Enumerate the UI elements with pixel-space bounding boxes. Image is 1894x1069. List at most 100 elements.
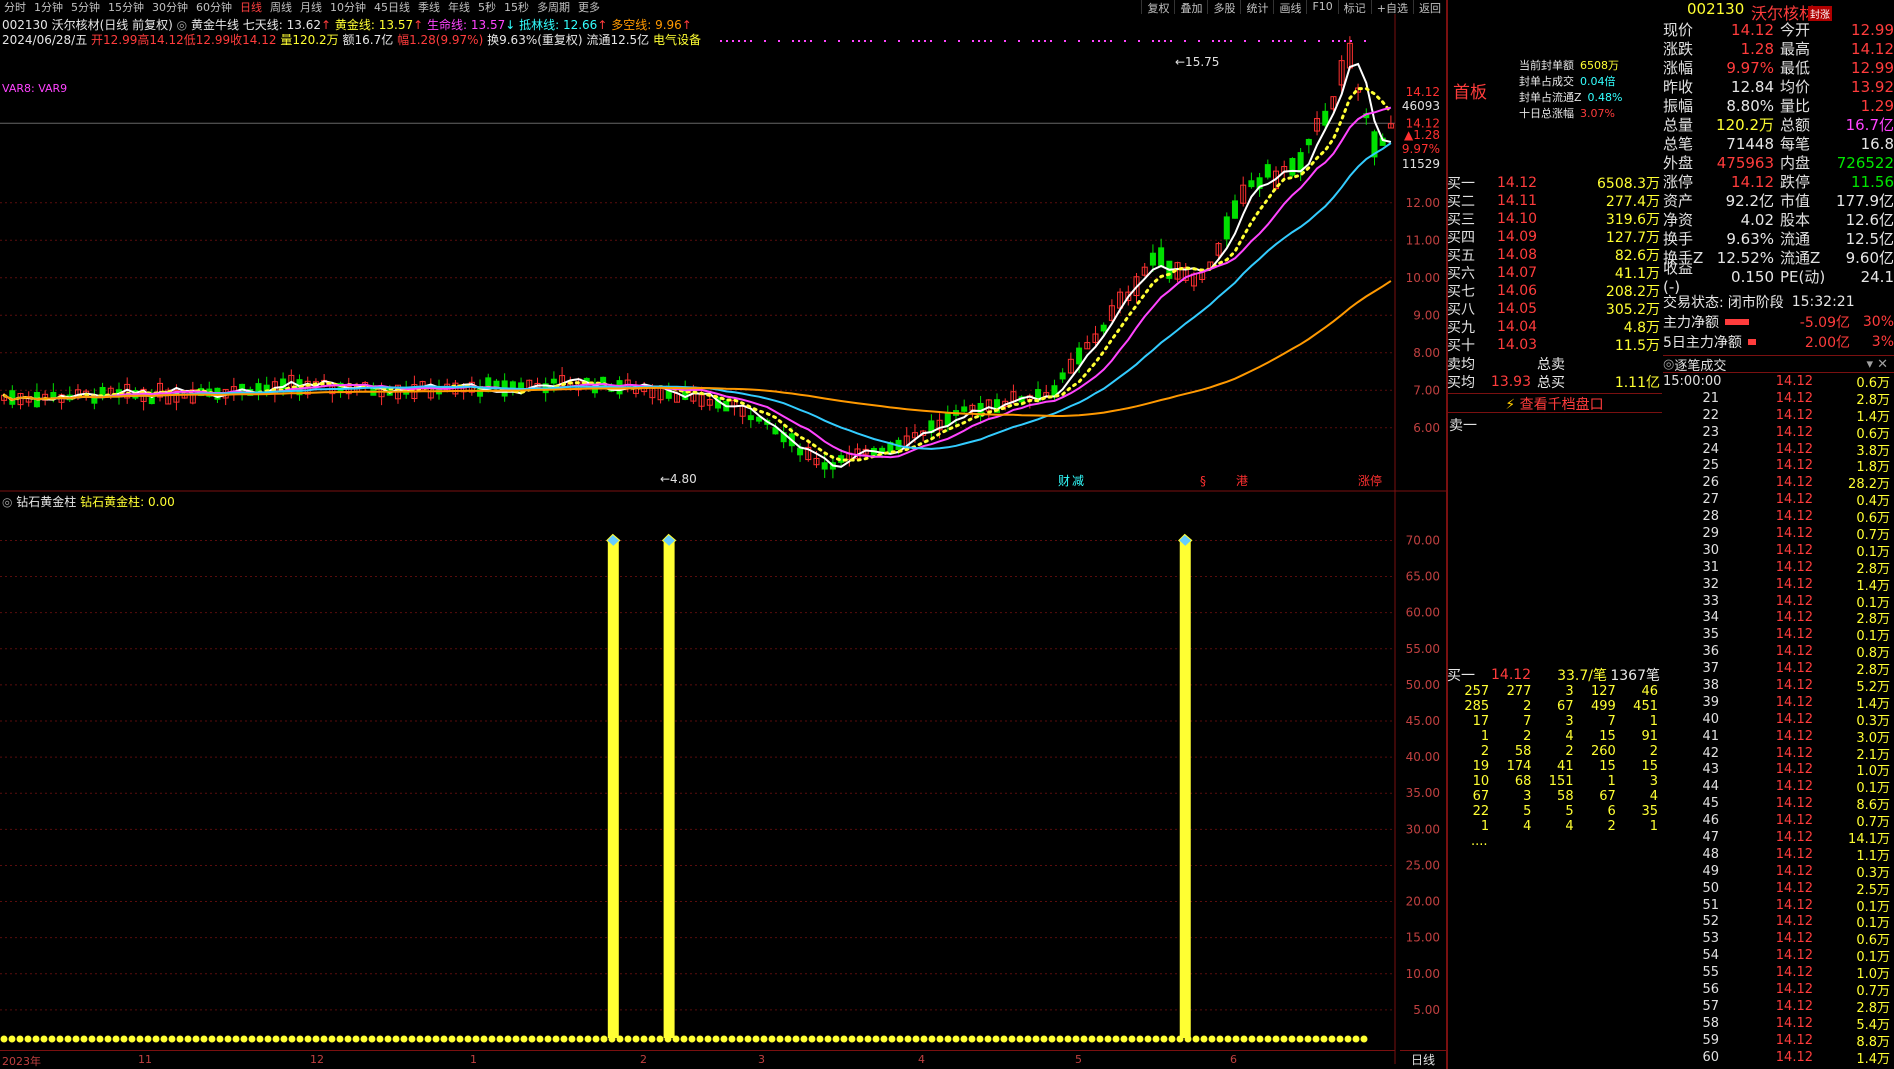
toolbar-action[interactable]: 多股 [1207,0,1240,14]
collapse-icon[interactable]: ◎ [1663,357,1674,372]
order-level-qty: 41.1万 [1614,266,1660,282]
lower-tick-label: 20.00 [1406,895,1440,909]
toolbar-action[interactable]: 画线 [1273,0,1306,14]
signal-dot [930,40,932,42]
baseline-dot [936,1035,944,1043]
queue-cell: 2 [1523,729,1532,744]
baseline-dot [712,1035,720,1043]
toolbar-action[interactable]: 返回 [1413,0,1446,14]
signal-dot [1278,40,1280,42]
signal-dot [1050,40,1052,42]
high-marker: ←15.75 [1175,55,1219,69]
signal-dot [810,40,812,42]
period-tab[interactable]: 月线 [296,0,326,14]
tick-price: 14.12 [1775,576,1813,592]
period-tab[interactable]: 多周期 [533,0,574,14]
toolbar-action[interactable]: 标记 [1337,0,1371,14]
status-value: 闭市阶段 [1727,295,1784,311]
tick-price: 14.12 [1775,509,1813,525]
queue-cell: 22 [1472,804,1490,819]
signal-dot [898,40,900,42]
event-marker[interactable]: § [1200,474,1206,488]
period-tab[interactable]: 日线 [236,0,266,14]
period-tab[interactable]: 60分钟 [192,0,236,14]
baseline-dot [704,1035,712,1043]
event-marker[interactable]: 减 [1072,474,1084,488]
tick-row: 38 14.12 5.2万 [1663,677,1894,695]
period-tab[interactable]: 30分钟 [148,0,192,14]
baseline-dot [880,1035,888,1043]
queue-cell: 15 [1641,759,1658,774]
order-level[interactable]: 买二 14.11 277.4万 [1447,192,1662,210]
tick-row: 57 14.12 2.8万 [1663,998,1894,1016]
stock-code: 002130 [1687,0,1745,18]
period-tab[interactable]: 45日线 [370,0,414,14]
period-tab[interactable]: 季线 [414,0,444,14]
baseline-dot [344,1035,352,1043]
period-tab[interactable]: 5分钟 [67,0,104,14]
baseline-dot [520,1035,528,1043]
toolbar-action[interactable]: F10 [1306,0,1337,14]
order-level[interactable]: 买五 14.08 82.6万 [1447,246,1662,264]
signal-dot [792,40,794,42]
order-level[interactable]: 买四 14.09 127.7万 [1447,228,1662,246]
event-marker[interactable]: 港 [1236,474,1248,488]
status-label: 交易状态: [1663,295,1724,311]
event-marker[interactable]: 财 [1058,474,1070,488]
limit-metric: 十日总涨幅 3.07% [1519,106,1623,122]
signal-dot [864,40,866,42]
kline-chart[interactable]: ←15.75 ←4.80 14.12 12.00 11.00 10.00 9.00 8.00 7… [0,14,1446,1064]
period-tab[interactable]: 更多 [574,0,604,14]
period-tab[interactable]: 5秒 [474,0,500,14]
baseline-dot [1080,1035,1088,1043]
status-row: 交易状态: 闭市阶段 15:32:21 [1663,292,1894,312]
event-marker[interactable]: 涨停 [1358,473,1382,488]
view-depth-button[interactable]: ⚡ 查看千档盘口 [1447,393,1662,413]
baseline-dot [1160,1035,1168,1043]
period-tab[interactable]: 分时 [0,0,30,14]
period-tab[interactable]: 1分钟 [30,0,67,14]
period-tab[interactable]: 年线 [444,0,474,14]
order-level[interactable]: 买一 14.12 6508.3万 [1447,174,1662,192]
filter-icon[interactable]: ▾ ✕ [1866,357,1894,372]
period-label[interactable]: 日线 [1400,1050,1446,1069]
time-tick-label: 2 [640,1053,647,1066]
ma-line [3,142,1392,450]
signal-dot [1104,40,1106,42]
baseline-dot [336,1035,344,1043]
queue-cell: 7 [1607,714,1616,729]
quote-key: 跌停 [1780,173,1811,191]
buy-queue-more[interactable]: .... [1447,834,1662,849]
period-tab[interactable]: 15分钟 [104,0,148,14]
tick-price: 14.12 [1775,677,1813,693]
queue-cell: 19 [1472,759,1490,774]
order-level[interactable]: 买九 14.04 4.8万 [1447,318,1662,336]
order-level[interactable]: 买八 14.05 305.2万 [1447,300,1662,318]
period-tab[interactable]: 周线 [266,0,296,14]
candle-body [1149,252,1156,266]
baseline-dot [144,1035,152,1043]
baseline-dot [624,1035,632,1043]
baseline-dot [1352,1035,1360,1043]
baseline-dot [824,1035,832,1043]
toolbar-action[interactable]: 叠加 [1174,0,1207,14]
toolbar-action[interactable]: 复权 [1141,0,1174,14]
baseline-dot [592,1035,600,1043]
period-tab[interactable]: 10分钟 [326,0,370,14]
baseline-dot [928,1035,936,1043]
order-level[interactable]: 买七 14.06 208.2万 [1447,282,1662,300]
toolbar-action[interactable]: 统计 [1240,0,1273,14]
baseline-dot [1280,1035,1288,1043]
queue-cell: 151 [1548,774,1574,789]
signal-dot [1164,40,1166,42]
baseline-dot [152,1035,160,1043]
order-level[interactable]: 买十 14.03 11.5万 [1447,336,1662,354]
order-level[interactable]: 买六 14.07 41.1万 [1447,264,1662,282]
baseline-dot [248,1035,256,1043]
panel-toggle-icon[interactable]: ◎ [2,495,16,509]
signal-dot [1258,40,1260,42]
period-tab[interactable]: 15秒 [500,0,533,14]
toolbar-action[interactable]: +自选 [1370,0,1413,14]
quote-key: 内盘 [1780,154,1811,172]
order-level[interactable]: 买三 14.10 319.6万 [1447,210,1662,228]
